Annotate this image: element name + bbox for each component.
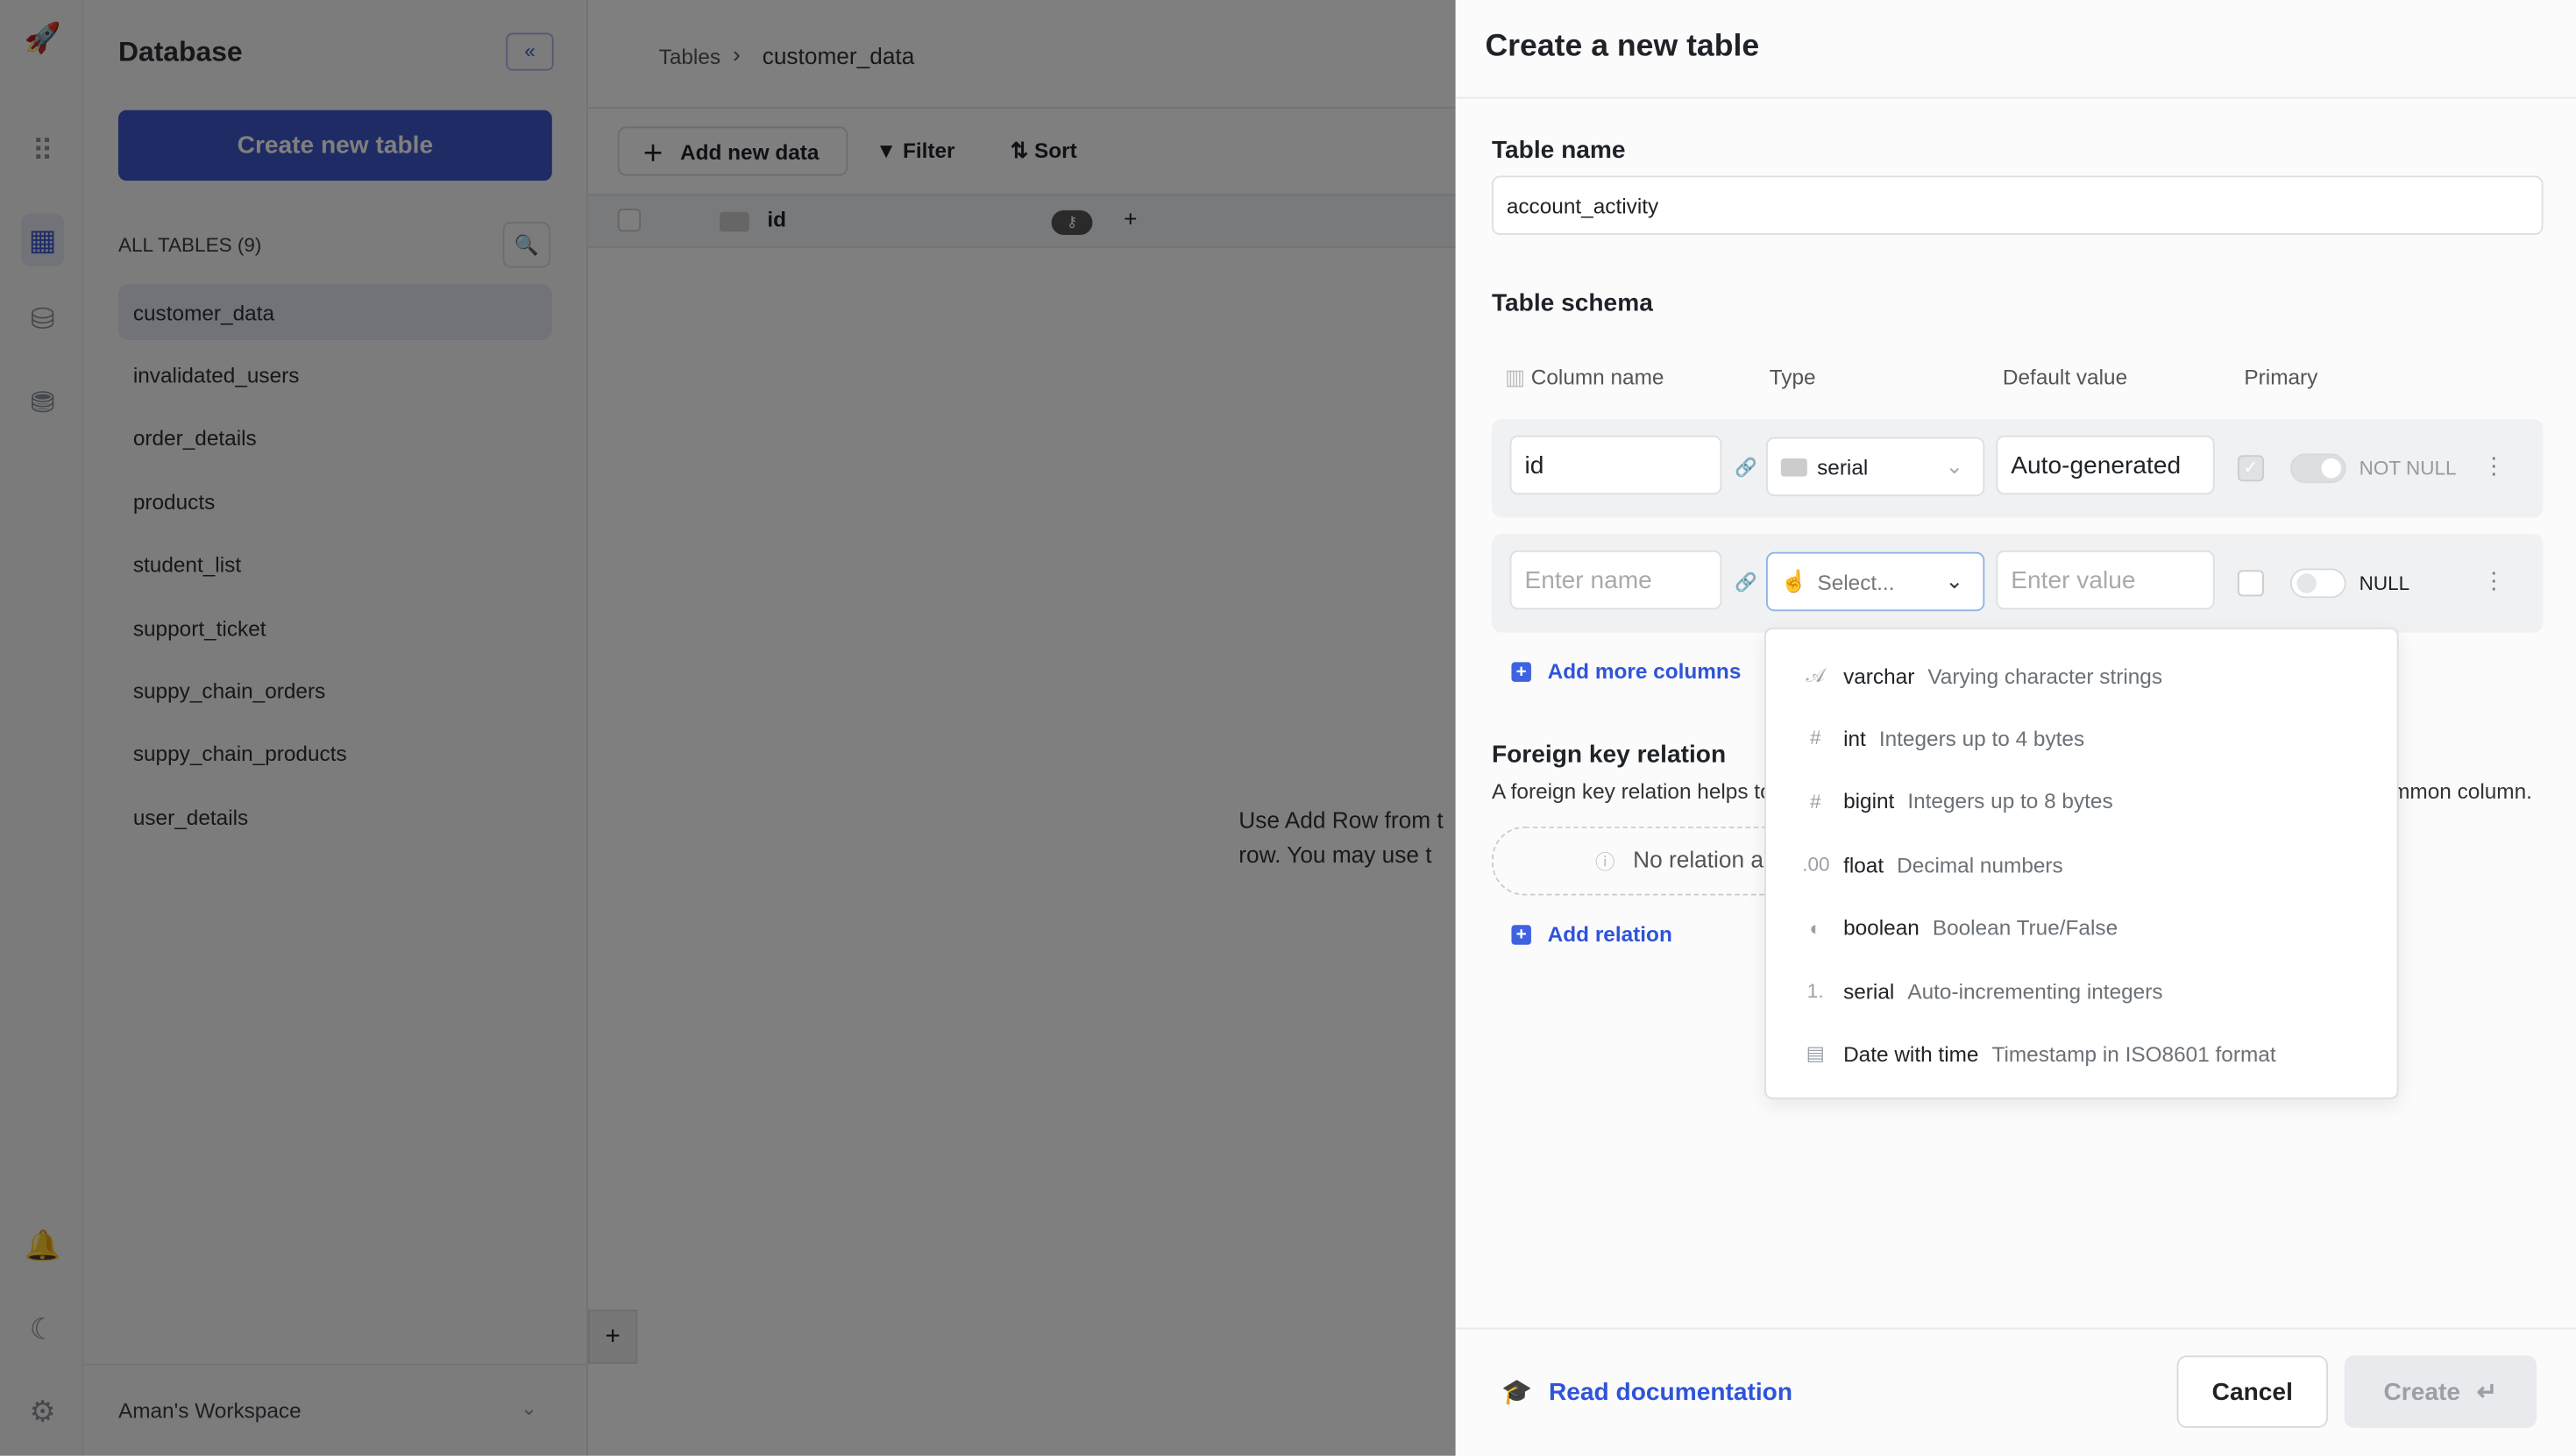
option-description: Timestamp in ISO8601 format <box>1991 1041 2276 1067</box>
table-name-label: Table name <box>1491 136 1626 165</box>
foreign-key-description-end: mmon column. <box>2392 778 2532 804</box>
graduation-cap-icon: 🎓 <box>1501 1378 1533 1407</box>
hash-up-icon: # <box>1809 790 1821 813</box>
link-icon[interactable]: 🔗 <box>1735 457 1757 478</box>
table-columns-icon: ▥ <box>1504 365 1531 390</box>
not-null-toggle[interactable] <box>2289 453 2346 484</box>
option-description: Varying character strings <box>1927 663 2163 688</box>
modal-backdrop[interactable] <box>0 0 1456 1456</box>
chevron-down-icon: ⌄ <box>1945 568 1963 593</box>
type-select[interactable]: ☝ Select... ⌄ <box>1765 551 1985 612</box>
panel-title: Create a new table <box>1485 29 1760 65</box>
link-icon[interactable]: 🔗 <box>1735 572 1757 593</box>
type-option-serial[interactable]: 1. serial Auto-incrementing integers <box>1802 971 2163 1011</box>
option-name: bigint <box>1843 789 1895 814</box>
type-option-boolean[interactable]: ◐ boolean Boolean True/False <box>1802 908 2118 948</box>
default-value-input[interactable]: Auto-generated <box>1996 435 2215 495</box>
column-name-input[interactable]: id <box>1509 435 1722 495</box>
plus-icon: + <box>1511 924 1531 944</box>
no-relation-text: No relation a <box>1633 846 1763 873</box>
more-options-icon[interactable]: ⋮ <box>2482 567 2505 595</box>
null-label: NULL <box>2359 572 2410 595</box>
chevron-down-icon: ⌄ <box>1945 453 1963 479</box>
serial-icon <box>1780 458 1807 476</box>
decimal-icon: .00 <box>1802 853 1830 877</box>
option-description: Decimal numbers <box>1897 852 2063 877</box>
option-name: int <box>1843 726 1866 751</box>
schema-row-id: id 🔗 serial ⌄ Auto-generated ✓ NOT NULL ⋮ <box>1491 418 2544 518</box>
default-value-header: Default value <box>2002 365 2128 390</box>
more-options-icon[interactable]: ⋮ <box>2482 451 2505 479</box>
table-schema-label: Table schema <box>1491 288 1653 317</box>
type-option-int[interactable]: # int Integers up to 4 bytes <box>1802 719 2084 758</box>
null-label: NOT NULL <box>2359 457 2457 480</box>
type-option-date-with-time[interactable]: ▤ Date with time Timestamp in ISO8601 form… <box>1802 1034 2276 1074</box>
option-description: Auto-incrementing integers <box>1907 978 2163 1004</box>
type-select[interactable]: serial ⌄ <box>1765 437 1985 497</box>
primary-checkbox[interactable]: ✓ <box>2237 455 2264 482</box>
calendar-clock-icon: ▤ <box>1806 1042 1825 1066</box>
table-name-input[interactable]: account_activity <box>1491 175 2544 236</box>
type-header: Type <box>1769 365 1816 390</box>
pointer-icon: ☝ <box>1780 568 1808 593</box>
schema-row-new: Enter name 🔗 ☝ Select... ⌄ Enter value NUL… <box>1491 534 2544 633</box>
primary-header: Primary <box>2244 365 2318 390</box>
foreign-key-title: Foreign key relation <box>1491 741 1727 770</box>
column-name-header: ▥ Column name <box>1504 365 1664 390</box>
type-dropdown: 𝒜varchar Varying character strings # int Int… <box>1764 628 2399 1099</box>
option-name: boolean <box>1843 915 1920 941</box>
serial-icon: 1. <box>1806 979 1824 1003</box>
read-documentation-link[interactable]: 🎓 Read documentation <box>1501 1377 1792 1407</box>
option-name: varchar <box>1843 663 1915 688</box>
add-relation-button[interactable]: + Add relation <box>1511 922 1672 947</box>
option-name: Date with time <box>1843 1041 1979 1067</box>
info-icon: ⓘ <box>1595 850 1615 875</box>
add-more-columns-button[interactable]: + Add more columns <box>1511 659 1741 684</box>
option-name: serial <box>1843 978 1895 1004</box>
type-option-float[interactable]: .00 float Decimal numbers <box>1802 845 2063 884</box>
hash-icon: # <box>1809 727 1821 750</box>
plus-icon: + <box>1511 661 1531 681</box>
option-description: Integers up to 4 bytes <box>1878 726 2085 751</box>
foreign-key-description: A foreign key relation helps to <box>1491 778 1772 804</box>
option-name: float <box>1843 852 1884 877</box>
type-option-bigint[interactable]: # bigint Integers up to 8 bytes <box>1802 782 2113 821</box>
column-name-input[interactable]: Enter name <box>1509 550 1722 610</box>
null-toggle[interactable] <box>2289 568 2346 599</box>
cancel-button[interactable]: Cancel <box>2176 1355 2329 1428</box>
enter-icon: ↵ <box>2476 1378 2498 1407</box>
create-button[interactable]: Create ↵ <box>2344 1355 2537 1428</box>
type-option-varchar[interactable]: 𝒜varchar Varying character strings <box>1802 656 2163 695</box>
primary-checkbox[interactable] <box>2237 570 2264 597</box>
option-description: Integers up to 8 bytes <box>1907 789 2113 814</box>
default-value-input[interactable]: Enter value <box>1996 550 2215 610</box>
text-icon: 𝒜 <box>1806 663 1825 686</box>
option-description: Boolean True/False <box>1932 915 2118 941</box>
toggle-icon: ◐ <box>1809 916 1822 940</box>
